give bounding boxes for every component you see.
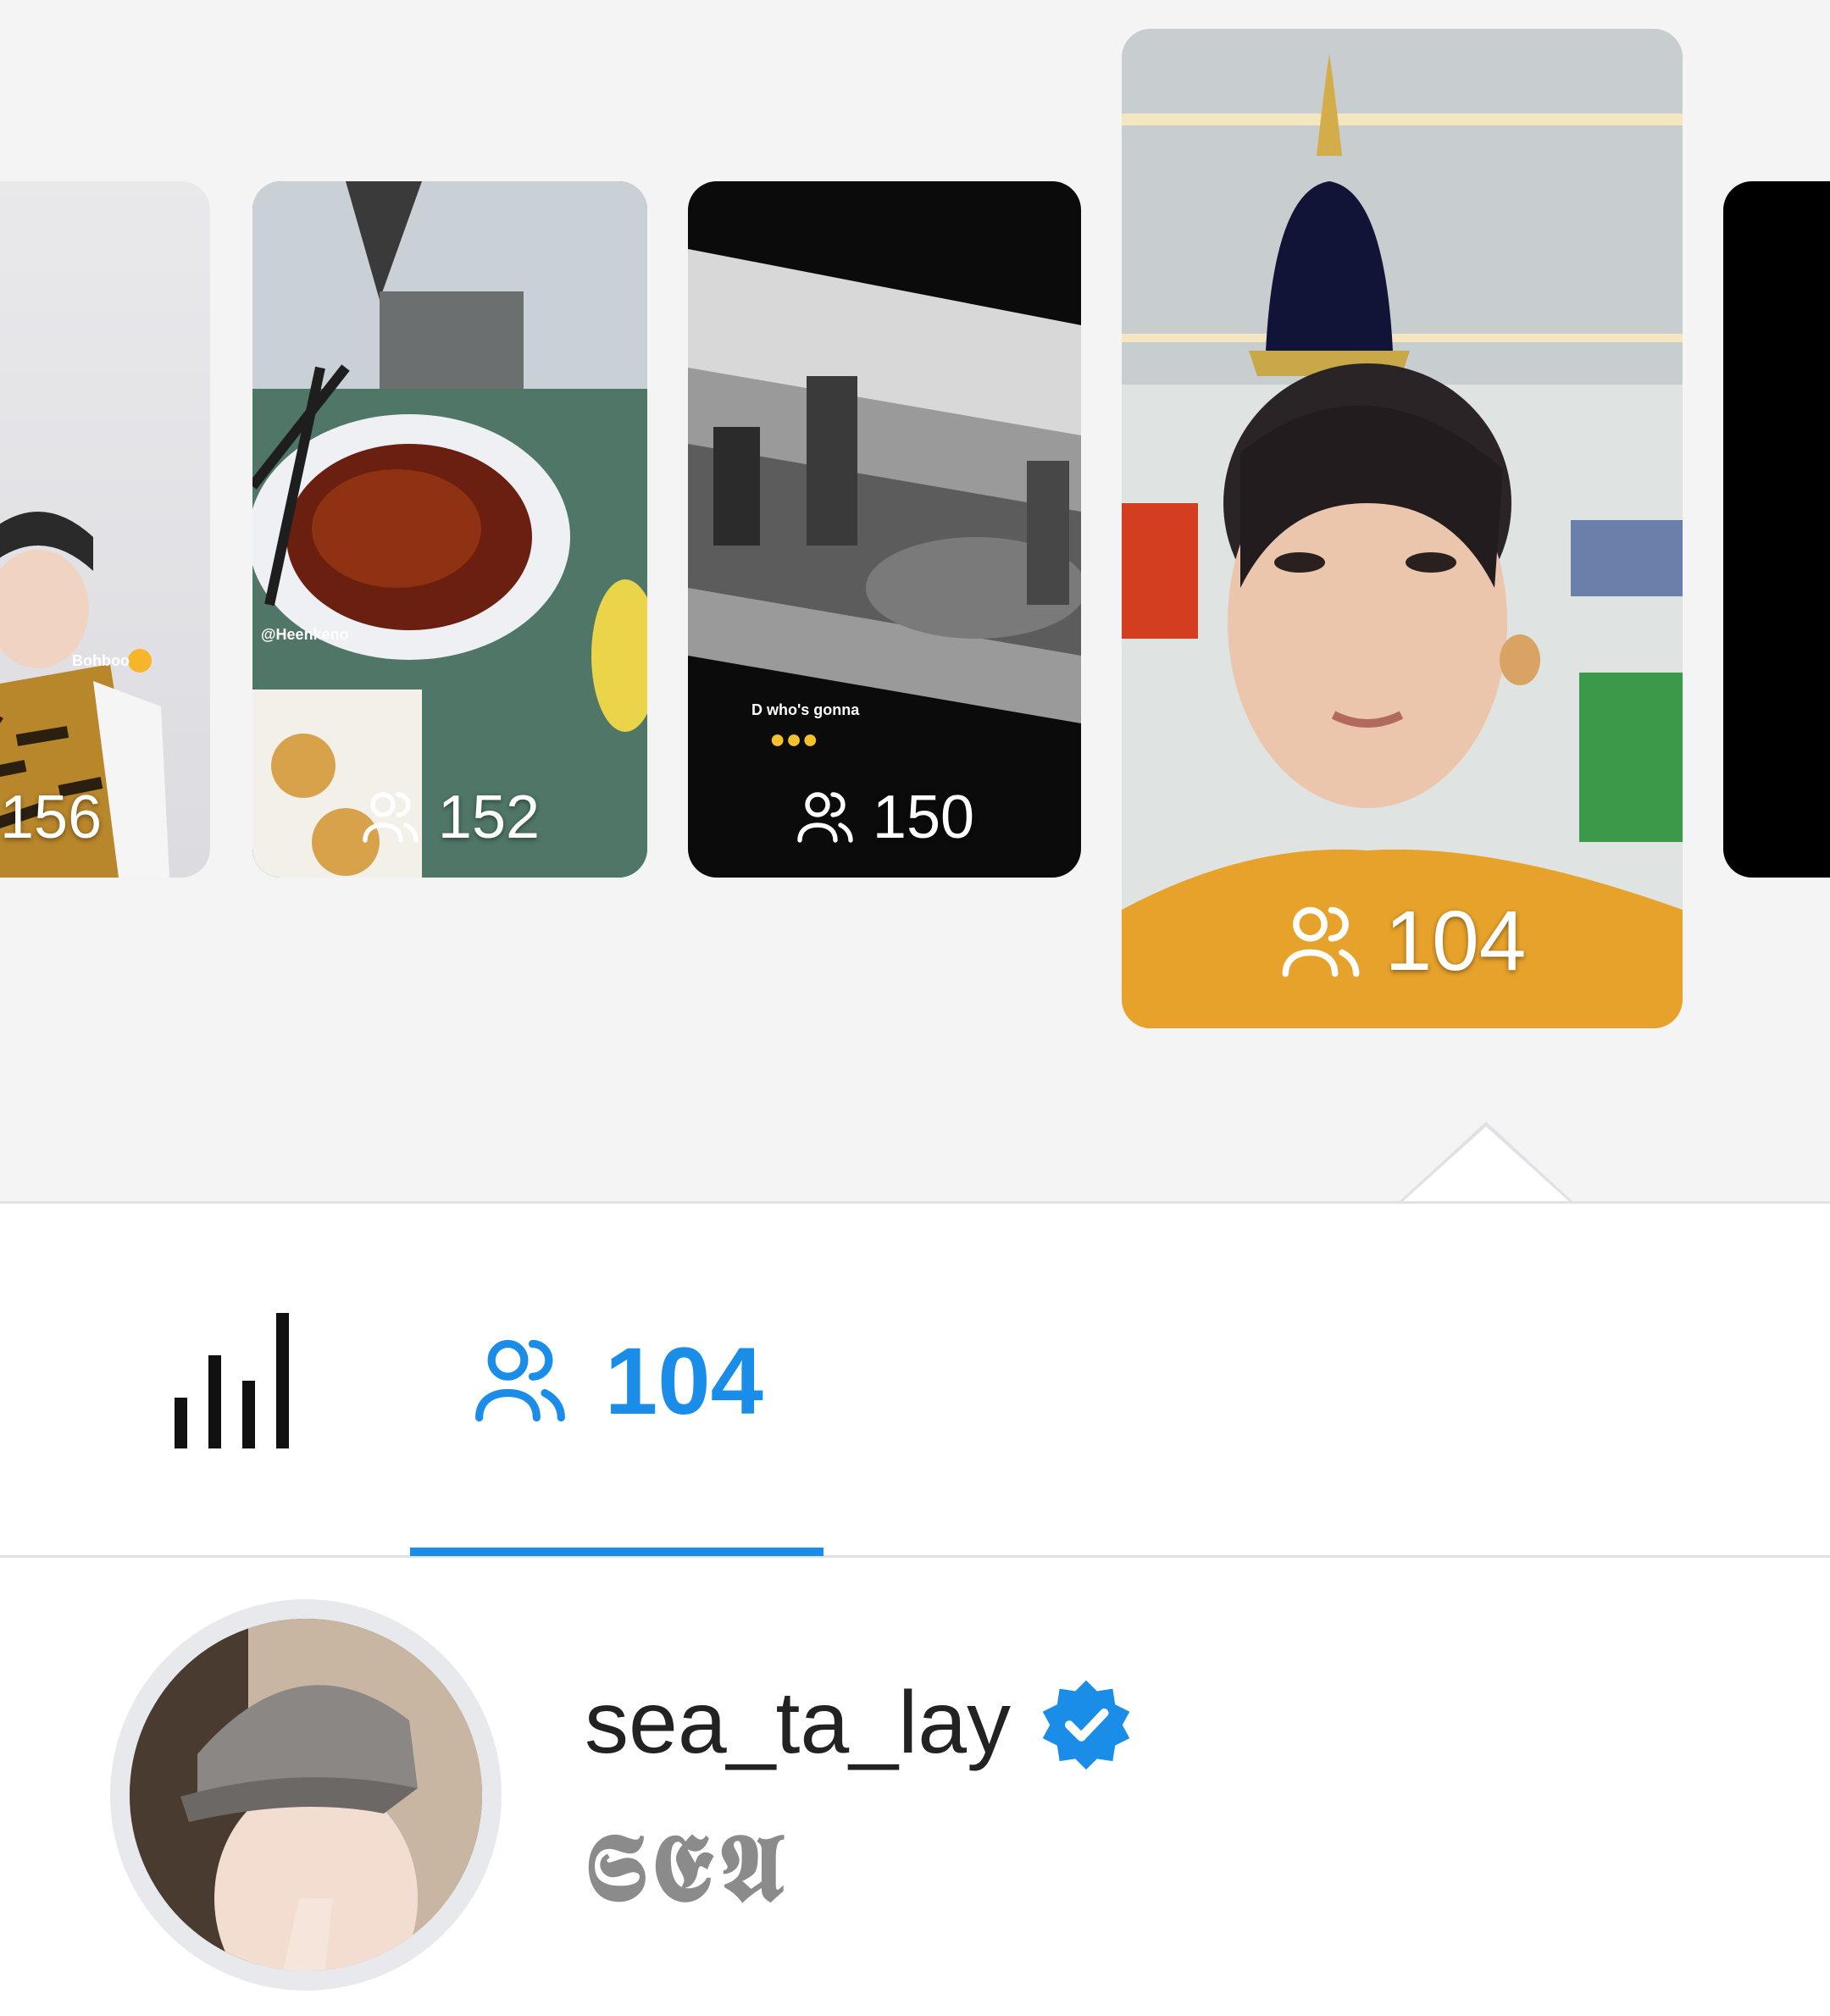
story-thumbnail-4-selected[interactable]: 104 (1122, 29, 1683, 1028)
story-3-viewers: 150 (688, 783, 1081, 852)
story-1-viewers: 156 (0, 783, 210, 852)
story-4-viewers: 104 (1122, 893, 1683, 990)
display-name: 𝕾𝕰𝕬 (585, 1813, 790, 1922)
viewers-icon (475, 1339, 565, 1422)
story-tray: Bohboo 156 @Heenkeno 152 D who's gonna ●… (0, 0, 1830, 1204)
story-thumbnail-3[interactable]: D who's gonna ●●● 150 (688, 181, 1081, 878)
story-2-image (252, 181, 647, 878)
active-tab-indicator (410, 1548, 824, 1556)
viewers-icon (797, 792, 853, 843)
viewers-icon (1282, 906, 1359, 977)
bar-chart-icon[interactable] (175, 1313, 293, 1448)
story-1-image (0, 512, 169, 878)
story-thumbnail-1[interactable]: Bohboo 156 (0, 181, 210, 878)
story-2-viewers: 152 (252, 783, 647, 852)
selection-notch (1401, 1127, 1571, 1201)
story-thumbnail-5[interactable] (1723, 181, 1830, 878)
tab-divider (0, 1555, 1830, 1558)
viewers-icon (363, 792, 419, 843)
story-1-viewer-count: 156 (0, 784, 103, 851)
avatar-ring[interactable] (110, 1599, 502, 1991)
story-thumbnail-2[interactable]: @Heenkeno 152 (252, 181, 647, 878)
story-2-caption: @Heenkeno (261, 626, 349, 643)
story-3-image (688, 249, 1081, 723)
story-4-image (1122, 29, 1683, 1028)
username: sea_ta_lay (585, 1674, 1012, 1772)
story-1-caption: Bohboo (72, 652, 130, 669)
avatar-image (130, 1619, 482, 1971)
story-3-emoji: ●●● (769, 723, 818, 754)
story-3-viewer-count: 150 (872, 784, 975, 851)
viewers-tab-count: 104 (605, 1327, 763, 1434)
verified-badge-icon (1042, 1680, 1130, 1770)
story-2-viewer-count: 152 (437, 784, 541, 851)
tab-viewers[interactable]: 104 (471, 1321, 763, 1440)
story-4-viewer-count: 104 (1384, 894, 1527, 989)
profile-username-row[interactable]: sea_ta_lay (585, 1673, 1134, 1774)
avatar (130, 1619, 482, 1971)
story-3-caption: D who's gonna (751, 701, 860, 718)
